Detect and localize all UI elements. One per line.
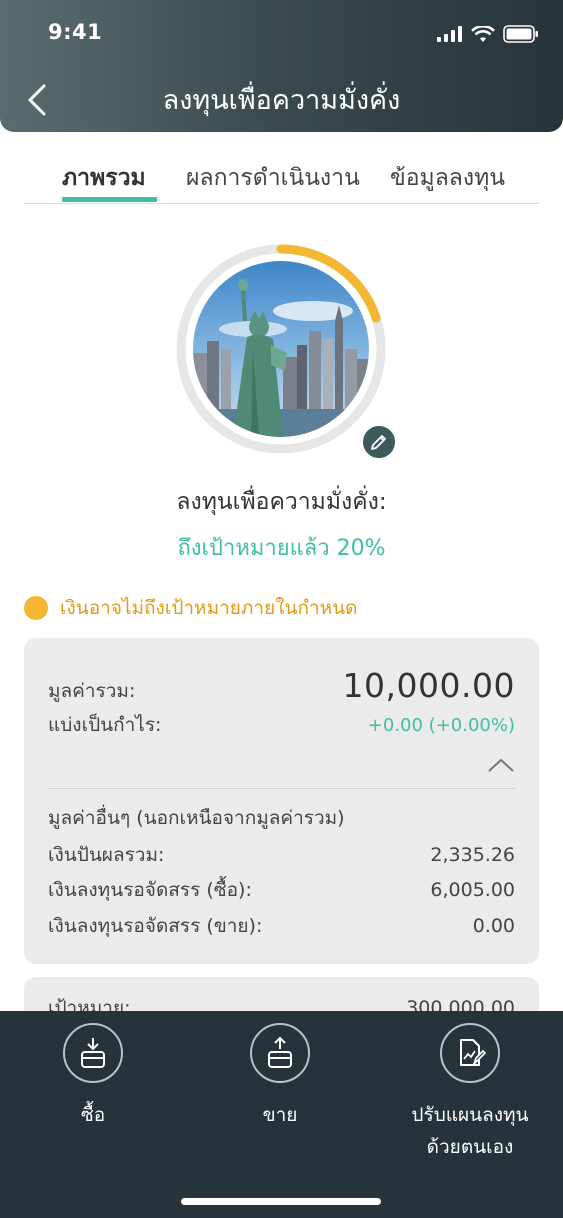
total-value-row: มูลค่ารวม: 10,000.00 — [48, 666, 515, 706]
active-tab-indicator — [62, 197, 157, 202]
other-values-heading-row: มูลค่าอื่นๆ (นอกเหนือจากมูลค่ารวม) — [48, 803, 515, 833]
wifi-icon — [471, 25, 495, 42]
dividend-label: เงินปันผลรวม: — [48, 844, 165, 866]
statue-of-liberty-photo — [193, 261, 369, 437]
buy-label: ซื้อ — [80, 1104, 106, 1126]
list-item: เงินปันผลรวม: 2,335.26 — [48, 840, 515, 870]
list-item: เงินลงทุนรอจัดสรร (ขาย): 0.00 — [48, 911, 515, 941]
sell-icon-circle — [250, 1023, 310, 1083]
status-icons — [437, 24, 539, 44]
card-divider — [48, 788, 515, 789]
app-header: 9:41 ลงทุนเพื่อความมั่งคั่ง — [0, 0, 563, 132]
tab-overview[interactable]: ภาพรวม — [62, 160, 146, 196]
chevron-up-icon — [488, 758, 514, 772]
profit-value: +0.00 (+0.00%) — [367, 715, 515, 736]
adjust-plan-label: ปรับแผนลงทุน ด้วยตนเอง — [395, 1099, 545, 1163]
page-title: ลงทุนเพื่อความมั่งคั่ง — [162, 85, 401, 116]
tab-bar: ภาพรวม ผลการดำเนินงาน ข้อมูลลงทุน — [24, 150, 539, 204]
sell-label: ขาย — [262, 1104, 298, 1126]
warning-text: เงินอาจไม่ถึงเป้าหมายภายในกำหนด — [60, 597, 358, 619]
other-values-heading: มูลค่าอื่นๆ (นอกเหนือจากมูลค่ารวม) — [48, 807, 345, 829]
battery-icon — [503, 25, 538, 43]
collapse-button[interactable] — [487, 756, 515, 774]
pencil-icon — [371, 435, 386, 450]
buy-button[interactable]: ซื้อ — [33, 1023, 153, 1131]
buy-icon-circle — [63, 1023, 123, 1083]
tab-investment-info[interactable]: ข้อมูลลงทุน — [390, 160, 505, 196]
signal-icon — [437, 26, 462, 42]
total-value-label: มูลค่ารวม: — [48, 680, 136, 702]
goal-warning: เงินอาจไม่ถึงเป้าหมายภายในกำหนด — [24, 596, 358, 620]
pending-buy-value: 6,005.00 — [430, 879, 515, 901]
pending-sell-label: เงินลงทุนรอจัดสรร (ขาย): — [48, 915, 263, 937]
buy-bag-icon — [81, 1038, 105, 1068]
pending-buy-label: เงินลงทุนรอจัดสรร (ซื้อ): — [48, 879, 252, 901]
dividend-value: 2,335.26 — [430, 844, 515, 866]
bottom-action-bar: ซื้อ ขาย ปรับแผนลงทุน ด้วยตนเอง — [0, 1011, 563, 1218]
goal-progress-text: ถึงเป้าหมายแล้ว 20% — [177, 536, 386, 561]
edit-goal-button[interactable] — [361, 424, 397, 460]
sell-button[interactable]: ขาย — [220, 1023, 340, 1131]
adjust-plan-icon-circle — [440, 1023, 500, 1083]
tab-performance[interactable]: ผลการดำเนินงาน — [186, 160, 360, 196]
profit-label: แบ่งเป็นกำไร: — [48, 714, 162, 736]
profit-row: แบ่งเป็นกำไร: +0.00 (+0.00%) — [48, 710, 515, 740]
goal-name: ลงทุนเพื่อความมั่งคั่ง: — [176, 489, 387, 515]
list-item: เงินลงทุนรอจัดสรร (ซื้อ): 6,005.00 — [48, 875, 515, 905]
sell-bag-icon — [268, 1036, 292, 1068]
value-summary-card: มูลค่ารวม: 10,000.00 แบ่งเป็นกำไร: +0.00… — [24, 638, 539, 964]
home-indicator[interactable] — [181, 1198, 381, 1205]
warning-dot-icon — [24, 596, 48, 620]
goal-photo — [193, 261, 369, 437]
adjust-plan-button[interactable]: ปรับแผนลงทุน ด้วยตนเอง — [395, 1023, 545, 1163]
edit-plan-icon — [460, 1039, 486, 1066]
adjust-plan-label-line1: ปรับแผนลงทุน — [411, 1104, 529, 1126]
goal-progress-ring — [173, 241, 397, 460]
status-time: 9:41 — [48, 20, 103, 44]
adjust-plan-label-line2: ด้วยตนเอง — [426, 1136, 514, 1158]
total-value: 10,000.00 — [342, 666, 515, 705]
pending-sell-value: 0.00 — [472, 915, 515, 937]
